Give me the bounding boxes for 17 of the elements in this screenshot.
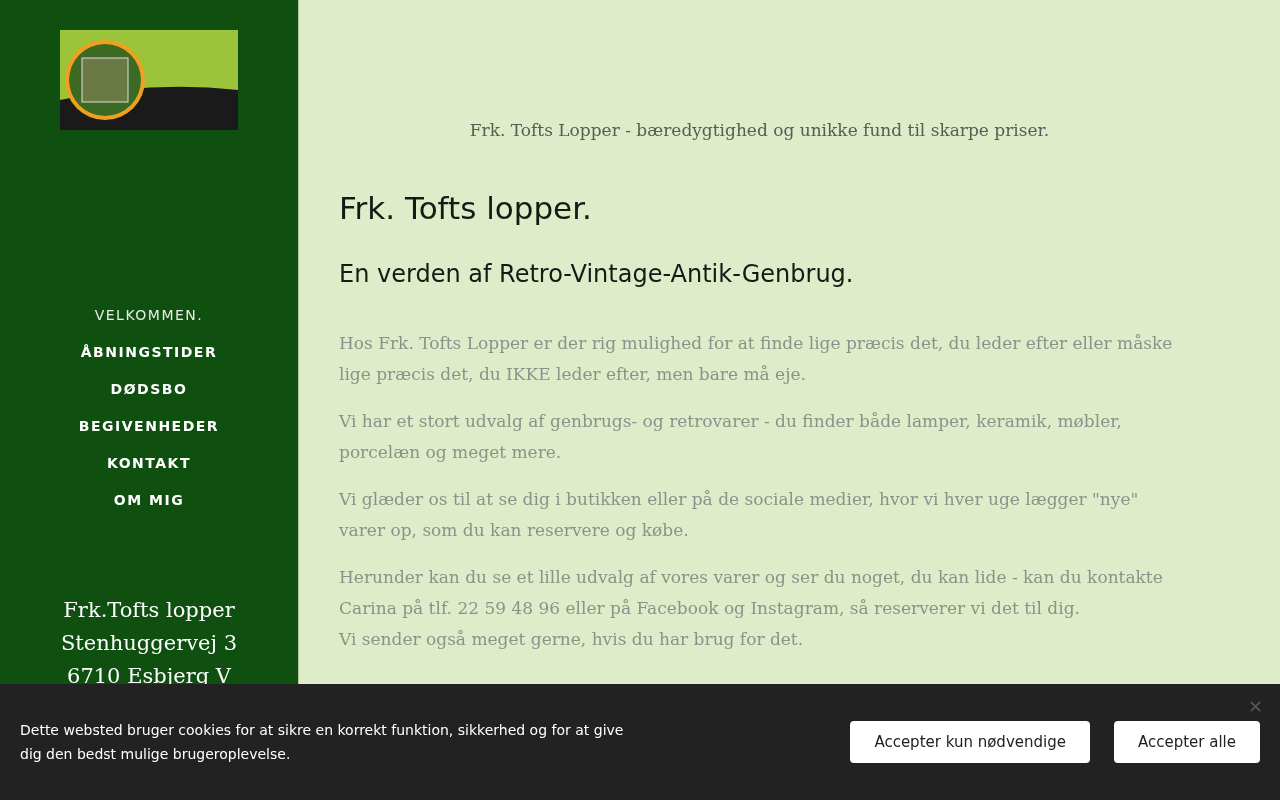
accept-button[interactable]: Accepter kun nødvendige <box>850 721 1090 763</box>
nav-link[interactable]: BEGIVENHEDER <box>78 414 220 438</box>
accept-button[interactable]: Accepter alle <box>1113 721 1260 763</box>
page-subtitle: En verden af Retro-Vintage-Antik-Genbrug. <box>339 260 855 288</box>
body-paragraph: Vi har et stort udvalg af genbrugs- og retrovarer - du finder både lamper, keramik, møbler, porcelæn og meget mere. <box>339 410 1123 464</box>
tagline-text: Frk. Tofts Lopper - bæredygtighed og unikke fund til skarpe priser. <box>468 120 1051 140</box>
close-icon[interactable] <box>1250 701 1261 712</box>
nav-link[interactable]: KONTAKT <box>106 451 191 475</box>
body-paragraph: Hos Frk. Tofts Lopper er der rig mulighed for at finde lige præcis det, du leder efter eller måske lige præcis det, du IKKE leder efter, men bare må eje. <box>339 332 1174 386</box>
nav-link[interactable]: ÅBNINGSTIDER <box>80 340 218 364</box>
nav-link[interactable]: DØDSBO <box>110 377 188 401</box>
body-paragraph: Vi glæder os til at se dig i butikken eller på de sociale medier, hvor vi hver uge lægger "nye" varer op, som du kan reservere og købe. <box>339 488 1140 542</box>
nav-link[interactable]: OM MIG <box>113 488 185 512</box>
cookie-text: Dette websted bruger cookies for at sikre en korrekt funktion, sikkerhed og for at give dig den bedst mulige brugeroplevelse. <box>20 721 625 764</box>
body-paragraph: Herunder kan du se et lille udvalg af vores varer og ser du noget, du kan lide - kan du kontakte Carina på tlf. 22 59 48 96 eller på Facebook og Instagram, så reserverer vi det til dig. Vi sender også meget gerne, hvis du har brug for det. <box>339 566 1164 651</box>
page-title: Frk. Tofts lopper. <box>339 190 593 226</box>
nav-link[interactable]: VELKOMMEN. <box>94 303 204 327</box>
